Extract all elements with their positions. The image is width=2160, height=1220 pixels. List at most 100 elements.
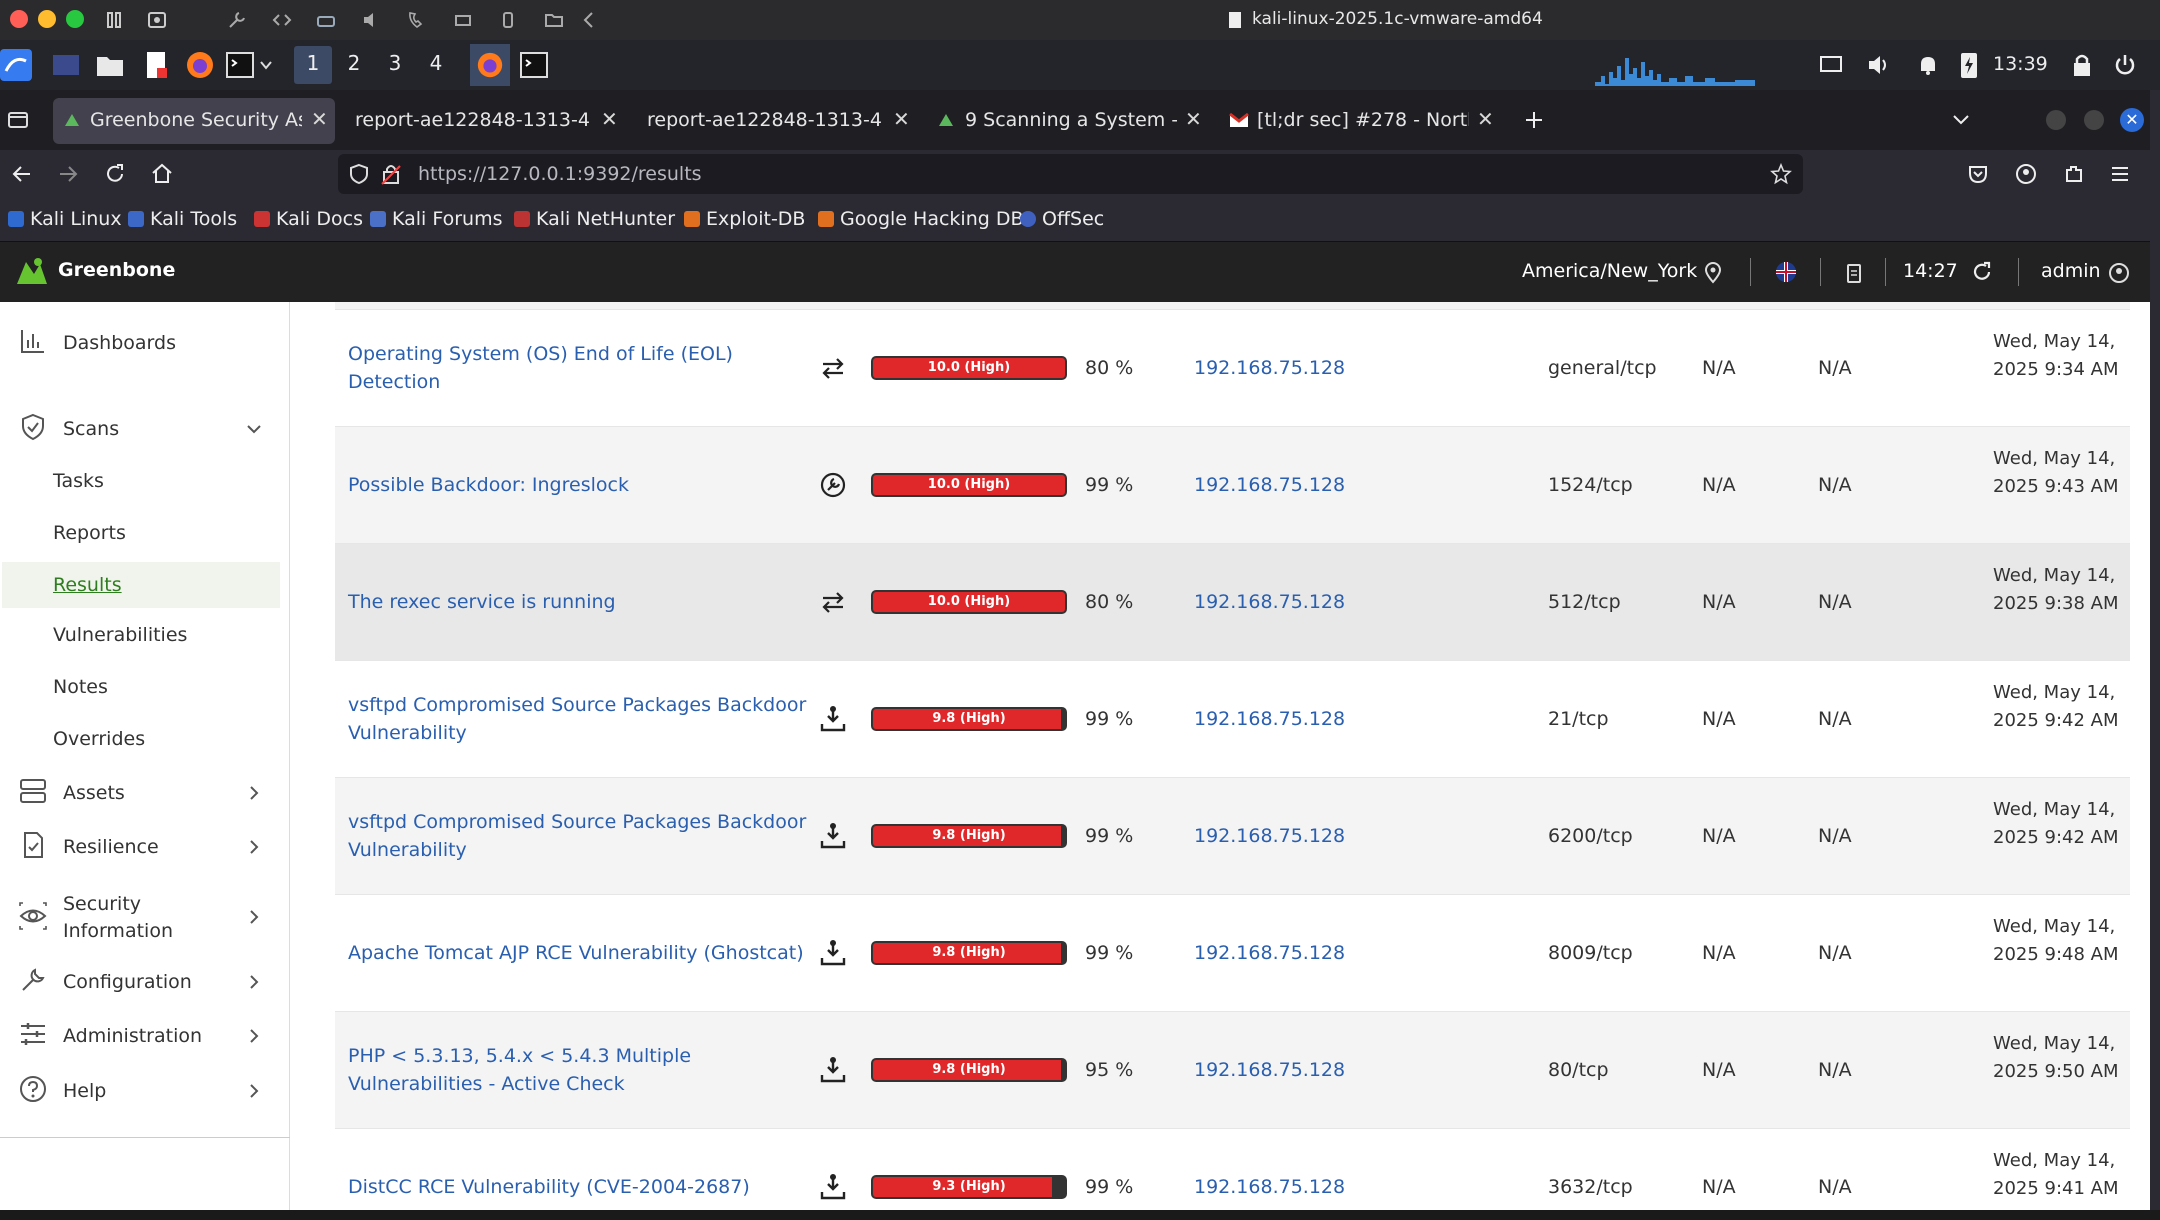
pause-icon[interactable] bbox=[103, 9, 125, 31]
tab-overview-icon[interactable] bbox=[6, 108, 30, 132]
chevron-right-icon[interactable] bbox=[244, 907, 264, 927]
maximize-browser-button[interactable] bbox=[2084, 110, 2104, 130]
close-tab-icon[interactable]: ✕ bbox=[893, 107, 910, 131]
sidebar-item-vulnerabilities[interactable]: Vulnerabilities bbox=[53, 624, 187, 646]
code-icon[interactable] bbox=[271, 9, 293, 31]
url-bar[interactable]: https://127.0.0.1:9392/results bbox=[338, 154, 1803, 194]
sidebar-item-reports[interactable]: Reports bbox=[53, 522, 126, 544]
panel-clock[interactable]: 13:39 bbox=[1993, 53, 2048, 75]
host-link[interactable]: 192.168.75.128 bbox=[1194, 357, 1345, 379]
clipboard-icon[interactable] bbox=[1845, 262, 1863, 284]
workspace-4[interactable]: 4 bbox=[418, 51, 454, 75]
bookmark-exploit-db[interactable]: Exploit-DB bbox=[684, 208, 805, 230]
tab-greenbone[interactable]: Greenbone Security Assis ✕ bbox=[53, 98, 335, 144]
close-window-button[interactable] bbox=[10, 10, 28, 28]
tab-report-2[interactable]: report-ae122848-1313-40fc- ✕ bbox=[637, 98, 917, 144]
minimize-window-button[interactable] bbox=[38, 10, 56, 28]
workspace-3[interactable]: 3 bbox=[377, 51, 413, 75]
table-row[interactable]: PHP < 5.3.13, 5.4.x < 5.4.3 Multiple Vul… bbox=[335, 1012, 2130, 1129]
sidebar-item-tasks[interactable]: Tasks bbox=[53, 470, 104, 492]
forward-arrow-icon[interactable] bbox=[56, 162, 80, 186]
bookmark-kali-docs[interactable]: Kali Docs bbox=[254, 208, 363, 230]
volume-icon[interactable] bbox=[1866, 52, 1892, 78]
chevron-down-icon[interactable] bbox=[258, 57, 274, 73]
workspace-1[interactable]: 1 bbox=[295, 51, 331, 75]
snapshot-icon[interactable] bbox=[146, 9, 168, 31]
sidebar-item-dashboards[interactable]: Dashboards bbox=[0, 326, 290, 360]
close-tab-icon[interactable]: ✕ bbox=[1185, 107, 1202, 131]
host-link[interactable]: 192.168.75.128 bbox=[1194, 942, 1345, 964]
bookmark-google-hacking-db[interactable]: Google Hacking DB bbox=[818, 208, 1024, 230]
folder-share-icon[interactable] bbox=[543, 9, 565, 31]
close-tab-icon[interactable]: ✕ bbox=[601, 107, 618, 131]
user-name[interactable]: admin bbox=[2041, 260, 2101, 282]
minimize-browser-button[interactable] bbox=[2046, 110, 2066, 130]
sidebar-item-resilience[interactable]: Resilience bbox=[0, 830, 290, 864]
back-arrow-icon[interactable] bbox=[10, 162, 34, 186]
host-link[interactable]: 192.168.75.128 bbox=[1194, 708, 1345, 730]
list-all-tabs-icon[interactable] bbox=[1950, 110, 1972, 130]
host-link[interactable]: 192.168.75.128 bbox=[1194, 591, 1345, 613]
chevron-right-icon[interactable] bbox=[244, 1026, 264, 1046]
result-name-link[interactable]: Possible Backdoor: Ingreslock bbox=[348, 471, 818, 499]
greenbone-logo-icon[interactable] bbox=[14, 254, 50, 290]
sidebar-item-configuration[interactable]: Configuration bbox=[0, 965, 290, 999]
insecure-lock-icon[interactable] bbox=[380, 162, 402, 186]
chevron-right-icon[interactable] bbox=[244, 783, 264, 803]
table-row[interactable]: vsftpd Compromised Source Packages Backd… bbox=[335, 661, 2130, 778]
reload-icon[interactable] bbox=[103, 162, 127, 186]
battery-icon[interactable] bbox=[1958, 50, 1980, 80]
host-link[interactable]: 192.168.75.128 bbox=[1194, 825, 1345, 847]
result-name-link[interactable]: DistCC RCE Vulnerability (CVE-2004-2687) bbox=[348, 1173, 818, 1201]
bookmark-kali-linux[interactable]: Kali Linux bbox=[8, 208, 122, 230]
sidebar-item-overrides[interactable]: Overrides bbox=[53, 728, 145, 750]
table-row[interactable]: DistCC RCE Vulnerability (CVE-2004-2687)… bbox=[335, 1129, 2130, 1210]
close-tab-icon[interactable]: ✕ bbox=[311, 107, 328, 131]
result-name-link[interactable]: vsftpd Compromised Source Packages Backd… bbox=[348, 691, 818, 747]
extensions-icon[interactable] bbox=[2062, 162, 2086, 186]
host-link[interactable]: 192.168.75.128 bbox=[1194, 474, 1345, 496]
taskbar-firefox[interactable] bbox=[470, 44, 510, 86]
result-name-link[interactable]: vsftpd Compromised Source Packages Backd… bbox=[348, 808, 818, 864]
speaker-icon[interactable] bbox=[360, 9, 382, 31]
disk-icon[interactable] bbox=[315, 9, 337, 31]
home-icon[interactable] bbox=[150, 162, 174, 186]
refresh-icon[interactable] bbox=[1970, 260, 1994, 284]
chevron-right-icon[interactable] bbox=[244, 837, 264, 857]
phone-icon[interactable] bbox=[405, 9, 427, 31]
close-tab-icon[interactable]: ✕ bbox=[1477, 107, 1494, 131]
chevron-right-icon[interactable] bbox=[244, 972, 264, 992]
menu-icon[interactable] bbox=[2108, 162, 2132, 186]
result-name-link[interactable]: Apache Tomcat AJP RCE Vulnerability (Gho… bbox=[348, 939, 818, 967]
bell-icon[interactable] bbox=[1915, 52, 1941, 78]
lock-icon[interactable] bbox=[2070, 52, 2094, 78]
sidebar-item-results[interactable]: Results bbox=[53, 574, 122, 596]
result-name-link[interactable]: PHP < 5.3.13, 5.4.x < 5.4.3 Multiple Vul… bbox=[348, 1042, 818, 1098]
taskbar-terminal-icon[interactable] bbox=[518, 49, 550, 81]
chevron-down-icon[interactable] bbox=[244, 419, 264, 439]
printer-icon[interactable] bbox=[452, 9, 474, 31]
chevron-right-icon[interactable] bbox=[244, 1081, 264, 1101]
new-tab-icon[interactable] bbox=[1522, 108, 1546, 132]
usb-icon[interactable] bbox=[497, 9, 519, 31]
file-manager-icon[interactable] bbox=[94, 49, 126, 81]
table-row[interactable]: Apache Tomcat AJP RCE Vulnerability (Gho… bbox=[335, 895, 2130, 1012]
uk-flag-icon[interactable] bbox=[1775, 261, 1797, 283]
tab-tldr-sec[interactable]: [tl;dr sec] #278 - North Ko ✕ bbox=[1221, 98, 1501, 144]
url-text[interactable]: https://127.0.0.1:9392/results bbox=[418, 163, 702, 185]
tab-scanning-system[interactable]: 9 Scanning a System - Gre ✕ bbox=[929, 98, 1209, 144]
account-icon[interactable] bbox=[2014, 162, 2038, 186]
tab-report-1[interactable]: report-ae122848-1313-40fc- ✕ bbox=[345, 98, 625, 144]
display-icon[interactable] bbox=[1818, 52, 1844, 78]
sidebar-item-scans[interactable]: Scans bbox=[0, 412, 290, 446]
sidebar-item-assets[interactable]: Assets bbox=[0, 776, 290, 810]
host-link[interactable]: 192.168.75.128 bbox=[1194, 1059, 1345, 1081]
table-row[interactable]: vsftpd Compromised Source Packages Backd… bbox=[335, 778, 2130, 895]
wrench-icon[interactable] bbox=[226, 9, 248, 31]
sidebar-item-notes[interactable]: Notes bbox=[53, 676, 108, 698]
result-name-link[interactable]: The rexec service is running bbox=[348, 588, 818, 616]
workspace-2[interactable]: 2 bbox=[336, 51, 372, 75]
firefox-icon[interactable] bbox=[184, 49, 216, 81]
pocket-icon[interactable] bbox=[1966, 162, 1990, 186]
bookmark-kali-forums[interactable]: Kali Forums bbox=[370, 208, 503, 230]
